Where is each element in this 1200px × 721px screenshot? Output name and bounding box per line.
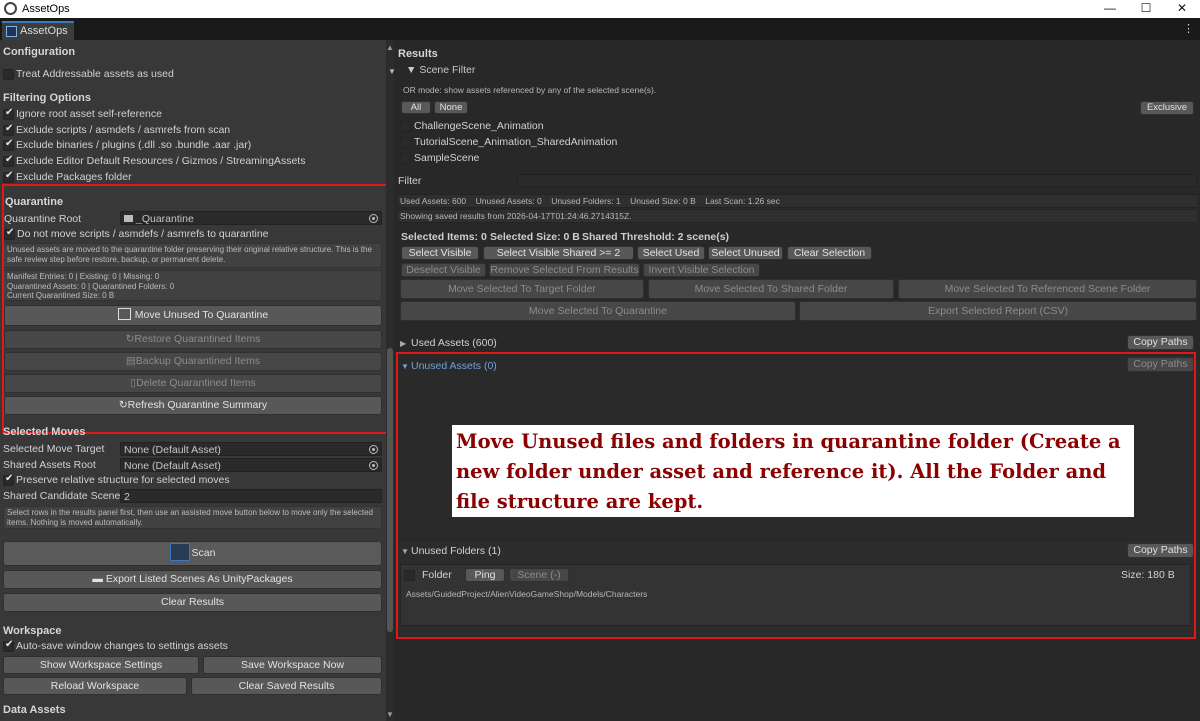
- selected-size-label: Selected Size: 0 B: [490, 231, 580, 243]
- scene-filter-label[interactable]: ▼ Scene Filter: [406, 64, 475, 76]
- scene-label: ChallengeScene_Animation: [414, 120, 544, 132]
- remove-selected-button[interactable]: Remove Selected From Results: [489, 263, 640, 277]
- window-title: AssetOps: [22, 3, 70, 15]
- invert-selection-button[interactable]: Invert Visible Selection: [643, 263, 760, 277]
- treat-addressable-checkbox[interactable]: [3, 69, 14, 80]
- saved-results-text: Showing saved results from 2026-04-17T01…: [400, 211, 632, 221]
- autosave-label: Auto-save window changes to settings ass…: [16, 640, 228, 652]
- scan-icon: [169, 543, 190, 561]
- shared-root-label: Shared Assets Root: [3, 459, 96, 471]
- object-picker-icon[interactable]: [369, 445, 378, 454]
- export-scenes-button[interactable]: ▬ Export Listed Scenes As UnityPackages: [3, 570, 382, 589]
- filter-input[interactable]: [517, 174, 1197, 187]
- configuration-header: Configuration: [3, 46, 76, 58]
- filtering-header: Filtering Options: [3, 92, 91, 104]
- scroll-up-icon[interactable]: ▲: [386, 43, 394, 52]
- clear-results-button[interactable]: Clear Results: [3, 593, 382, 612]
- or-mode-text: OR mode: show assets referenced by any o…: [403, 85, 657, 95]
- used-assets-foldout[interactable]: Used Assets (600): [411, 337, 497, 349]
- clear-selection-button[interactable]: Clear Selection: [787, 246, 872, 260]
- filter-checkbox[interactable]: [3, 154, 14, 167]
- scan-label: Scan: [191, 547, 216, 559]
- move-target-value: None (Default Asset): [124, 444, 221, 456]
- copy-paths-button[interactable]: Copy Paths: [1127, 335, 1194, 350]
- tab-strip: AssetOps ⋮: [0, 18, 1200, 40]
- scene-filter-icon: ▼: [406, 64, 420, 76]
- scroll-down-icon[interactable]: ▼: [386, 710, 394, 719]
- annotation-callout: Move Unused files and folders in quarant…: [452, 425, 1134, 517]
- select-visible-button[interactable]: Select Visible: [401, 246, 479, 260]
- more-menu-icon[interactable]: ⋮: [1183, 22, 1194, 35]
- shared-root-value: None (Default Asset): [124, 460, 221, 472]
- move-target-label: Selected Move Target: [3, 443, 105, 455]
- filter-checkbox[interactable]: [3, 170, 14, 183]
- scene-label: SampleScene: [414, 152, 480, 164]
- selected-moves-header: Selected Moves: [3, 426, 86, 436]
- filter-label: Filter: [398, 175, 422, 187]
- assetops-icon: [6, 26, 17, 37]
- stats-bar: Used Assets: 600 Unused Assets: 0 Unused…: [398, 194, 1197, 208]
- reload-workspace-button[interactable]: Reload Workspace: [3, 677, 187, 695]
- filter-label: Exclude Editor Default Resources / Gizmo…: [16, 155, 306, 167]
- move-to-shared-button[interactable]: Move Selected To Shared Folder: [648, 279, 894, 299]
- autosave-checkbox[interactable]: [3, 639, 14, 652]
- select-used-button[interactable]: Select Used: [637, 246, 705, 260]
- save-workspace-button[interactable]: Save Workspace Now: [203, 656, 382, 674]
- left-scrollbar-thumb[interactable]: [387, 348, 393, 632]
- select-all-scenes-button[interactable]: All: [401, 101, 431, 114]
- results-header: Results: [398, 48, 438, 60]
- preserve-structure-checkbox[interactable]: [3, 473, 14, 486]
- filter-checkbox[interactable]: [3, 123, 14, 136]
- app-icon: [4, 2, 17, 15]
- selected-items-label: Selected Items: 0: [401, 231, 487, 243]
- tab-label: AssetOps: [20, 25, 68, 37]
- candidate-scene-label: Shared Candidate Scene C: [3, 490, 121, 502]
- filter-checkbox[interactable]: [3, 107, 14, 120]
- export-scenes-label: Export Listed Scenes As UnityPackages: [105, 573, 293, 585]
- shared-threshold-label: Shared Threshold: 2 scene(s): [582, 231, 730, 243]
- filter-label: Exclude scripts / asmdefs / asmrefs from…: [16, 124, 231, 136]
- selected-moves-help-text: Select rows in the results panel first, …: [7, 508, 373, 527]
- move-to-scene-folder-button[interactable]: Move Selected To Referenced Scene Folder: [898, 279, 1197, 299]
- select-no-scenes-button[interactable]: None: [434, 101, 468, 114]
- title-bar: AssetOps — ☐ ✕: [0, 0, 1200, 18]
- select-visible-shared-button[interactable]: Select Visible Shared >= 2: [483, 246, 634, 260]
- chevron-right-icon[interactable]: ▶: [400, 339, 406, 348]
- scene-checkbox[interactable]: [400, 153, 411, 164]
- candidate-scene-field[interactable]: 2: [120, 489, 382, 503]
- object-picker-icon[interactable]: [369, 461, 378, 470]
- saved-results-bar: Showing saved results from 2026-04-17T01…: [398, 209, 1197, 223]
- export-report-button[interactable]: Export Selected Report (CSV): [799, 301, 1197, 321]
- move-to-quarantine-button[interactable]: Move Selected To Quarantine: [400, 301, 796, 321]
- maximize-button[interactable]: ☐: [1128, 0, 1164, 18]
- move-target-field[interactable]: None (Default Asset): [120, 442, 382, 456]
- close-button[interactable]: ✕: [1164, 0, 1200, 18]
- quarantine-highlight: [2, 184, 389, 434]
- preserve-structure-label: Preserve relative structure for selected…: [16, 474, 230, 486]
- chevron-down-icon[interactable]: ▼: [388, 67, 396, 76]
- stats-text: Used Assets: 600 Unused Assets: 0 Unused…: [400, 196, 780, 206]
- filter-checkbox[interactable]: [3, 138, 14, 151]
- minimize-button[interactable]: —: [1092, 0, 1128, 18]
- package-icon: ▬: [92, 573, 106, 585]
- filter-label: Exclude binaries / plugins (.dll .so .bu…: [16, 139, 252, 151]
- exclusive-toggle[interactable]: Exclusive: [1140, 101, 1194, 115]
- clear-saved-results-button[interactable]: Clear Saved Results: [191, 677, 382, 695]
- select-unused-button[interactable]: Select Unused: [708, 246, 783, 260]
- scene-checkbox[interactable]: [400, 121, 411, 132]
- move-to-target-button[interactable]: Move Selected To Target Folder: [400, 279, 644, 299]
- scene-label: TutorialScene_Animation_SharedAnimation: [414, 136, 618, 148]
- data-assets-header: Data Assets: [3, 704, 66, 716]
- show-workspace-button[interactable]: Show Workspace Settings: [3, 656, 199, 674]
- filter-label: Exclude Packages folder: [16, 171, 132, 183]
- treat-addressable-label: Treat Addressable assets as used: [16, 68, 174, 80]
- shared-root-field[interactable]: None (Default Asset): [120, 458, 382, 472]
- scene-checkbox[interactable]: [400, 137, 411, 148]
- tab-assetops[interactable]: AssetOps: [2, 21, 74, 40]
- scan-button[interactable]: Scan: [3, 541, 382, 566]
- selected-moves-help-box: Select rows in the results panel first, …: [3, 506, 382, 529]
- filter-label: Ignore root asset self-reference: [16, 108, 162, 120]
- workspace-header: Workspace: [3, 625, 62, 637]
- deselect-visible-button[interactable]: Deselect Visible: [401, 263, 486, 277]
